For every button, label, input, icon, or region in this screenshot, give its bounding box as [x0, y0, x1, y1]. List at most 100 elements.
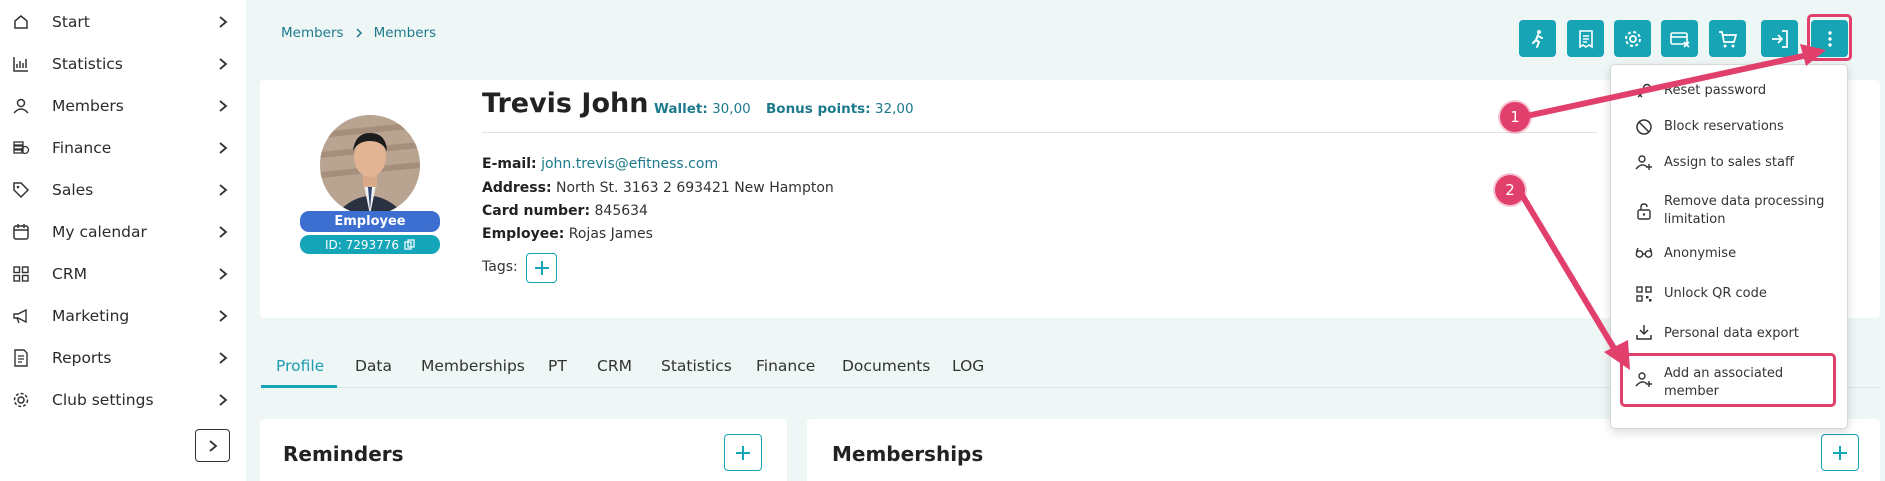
card-remove-icon	[1669, 31, 1690, 48]
sidebar-item-label: Finance	[52, 139, 112, 157]
sidebar-item-statistics[interactable]: Statistics	[0, 43, 246, 85]
sidebar-item-my-calendar[interactable]: My calendar	[0, 211, 246, 253]
employee-value: Rojas James	[568, 226, 653, 242]
reminders-title: Reminders	[283, 442, 404, 466]
employee-label: Employee:	[482, 226, 565, 242]
add-reminder-button[interactable]	[724, 434, 762, 471]
coins-icon	[13, 141, 30, 155]
cancel-card-button[interactable]	[1661, 20, 1698, 57]
check-in-button[interactable]	[1519, 20, 1556, 57]
menu-item-remove-data-limitation[interactable]: Remove data processing limitation	[1611, 191, 1847, 231]
menu-item-block-reservations[interactable]: Block reservations	[1611, 115, 1847, 139]
memberships-title: Memberships	[832, 442, 984, 466]
calendar-icon	[13, 224, 29, 240]
user-icon	[13, 98, 29, 114]
copy-icon[interactable]	[404, 239, 415, 250]
plus-icon	[736, 445, 750, 460]
tab-log[interactable]: LOG	[952, 357, 984, 375]
highlight-box	[1807, 14, 1852, 61]
add-membership-button[interactable]	[1821, 434, 1859, 471]
cart-button[interactable]	[1709, 20, 1746, 57]
sidebar-item-reports[interactable]: Reports	[0, 337, 246, 379]
menu-item-anonymise[interactable]: Anonymise	[1611, 242, 1847, 266]
address-row: Address: North St. 3163 2 693421 New Ham…	[482, 180, 834, 196]
tab-finance[interactable]: Finance	[756, 357, 815, 375]
sidebar-item-members[interactable]: Members	[0, 85, 246, 127]
sidebar-expand-button[interactable]	[195, 429, 230, 462]
download-icon	[1636, 325, 1652, 340]
tab-statistics[interactable]: Statistics	[661, 357, 732, 375]
tab-data[interactable]: Data	[355, 357, 392, 375]
wallet-value: 30,00	[712, 101, 751, 117]
block-icon	[1636, 119, 1652, 135]
sidebar: Start Statistics Members Finance Sales M…	[0, 0, 246, 481]
tab-documents[interactable]: Documents	[842, 357, 930, 375]
receipt-button[interactable]	[1567, 20, 1604, 57]
menu-item-label: Unlock QR code	[1664, 286, 1767, 301]
tags-label: Tags:	[482, 259, 518, 275]
gear-icon	[13, 392, 29, 408]
chevron-right-icon	[219, 100, 228, 112]
chevron-right-icon	[219, 16, 228, 28]
card-number-row: Card number: 845634	[482, 203, 648, 219]
sidebar-item-crm[interactable]: CRM	[0, 253, 246, 295]
menu-item-unlock-qr-code[interactable]: Unlock QR code	[1611, 282, 1847, 306]
role-badge: Employee	[300, 211, 440, 232]
sidebar-item-label: Sales	[52, 181, 94, 199]
tab-memberships[interactable]: Memberships	[421, 357, 525, 375]
menu-item-assign-sales-staff[interactable]: Assign to sales staff	[1611, 151, 1847, 175]
cart-icon	[1718, 30, 1737, 47]
highlight-box	[1620, 353, 1836, 407]
chevron-right-icon	[219, 58, 228, 70]
tab-pt[interactable]: PT	[548, 357, 567, 375]
add-tag-button[interactable]	[526, 253, 557, 283]
card-number-value: 845634	[594, 203, 648, 219]
member-id-text: ID: 7293776	[324, 237, 400, 252]
grid-icon	[13, 266, 29, 282]
sidebar-item-label: CRM	[52, 265, 87, 283]
chevron-right-icon	[219, 310, 228, 322]
address-label: Address:	[482, 180, 552, 196]
chevron-right-icon	[219, 142, 228, 154]
breadcrumb-link[interactable]: Members	[281, 25, 344, 41]
sidebar-item-sales[interactable]: Sales	[0, 169, 246, 211]
sidebar-item-club-settings[interactable]: Club settings	[0, 379, 246, 421]
qr-code-icon	[1636, 286, 1652, 302]
plus-icon	[1833, 445, 1847, 460]
settings-button[interactable]	[1614, 20, 1651, 57]
menu-item-label: Reset password	[1664, 83, 1767, 98]
chevron-right-icon	[219, 226, 228, 238]
divider	[482, 132, 1597, 133]
sidebar-item-finance[interactable]: Finance	[0, 127, 246, 169]
breadcrumb-current[interactable]: Members	[374, 25, 437, 41]
email-link[interactable]: john.trevis@efitness.com	[541, 156, 718, 172]
address-value: North St. 3163 2 693421 New Hampton	[556, 180, 834, 196]
sidebar-item-label: Members	[52, 97, 124, 115]
wallet-label: Wallet:	[654, 101, 708, 117]
login-button[interactable]	[1761, 20, 1798, 57]
unlock-icon	[1637, 203, 1651, 220]
tab-crm[interactable]: CRM	[597, 357, 632, 375]
menu-item-personal-data-export[interactable]: Personal data export	[1611, 321, 1847, 345]
glasses-icon	[1635, 247, 1653, 258]
chevron-right-icon	[219, 352, 228, 364]
bonus-value: 32,00	[874, 101, 914, 117]
sidebar-item-label: Statistics	[52, 55, 123, 73]
menu-item-label: Personal data export	[1664, 326, 1799, 341]
chevron-right-icon	[219, 268, 228, 280]
member-name: Trevis John	[482, 88, 649, 119]
sidebar-item-start[interactable]: Start	[0, 1, 246, 43]
bonus-label: Bonus points:	[766, 101, 871, 117]
menu-item-reset-password[interactable]: Reset password	[1611, 79, 1847, 103]
chevron-right-icon	[219, 184, 228, 196]
sign-in-icon	[1771, 29, 1788, 48]
walking-person-icon	[1531, 29, 1543, 48]
sidebar-item-marketing[interactable]: Marketing	[0, 295, 246, 337]
tab-profile[interactable]: Profile	[276, 357, 324, 375]
plus-icon	[534, 261, 549, 275]
member-id-badge[interactable]: ID: 7293776	[300, 235, 440, 254]
chevron-right-icon	[208, 439, 217, 452]
wallet-balance: Wallet: 30,00	[654, 101, 751, 117]
card-number-label: Card number:	[482, 203, 591, 219]
active-tab-indicator	[261, 385, 337, 388]
